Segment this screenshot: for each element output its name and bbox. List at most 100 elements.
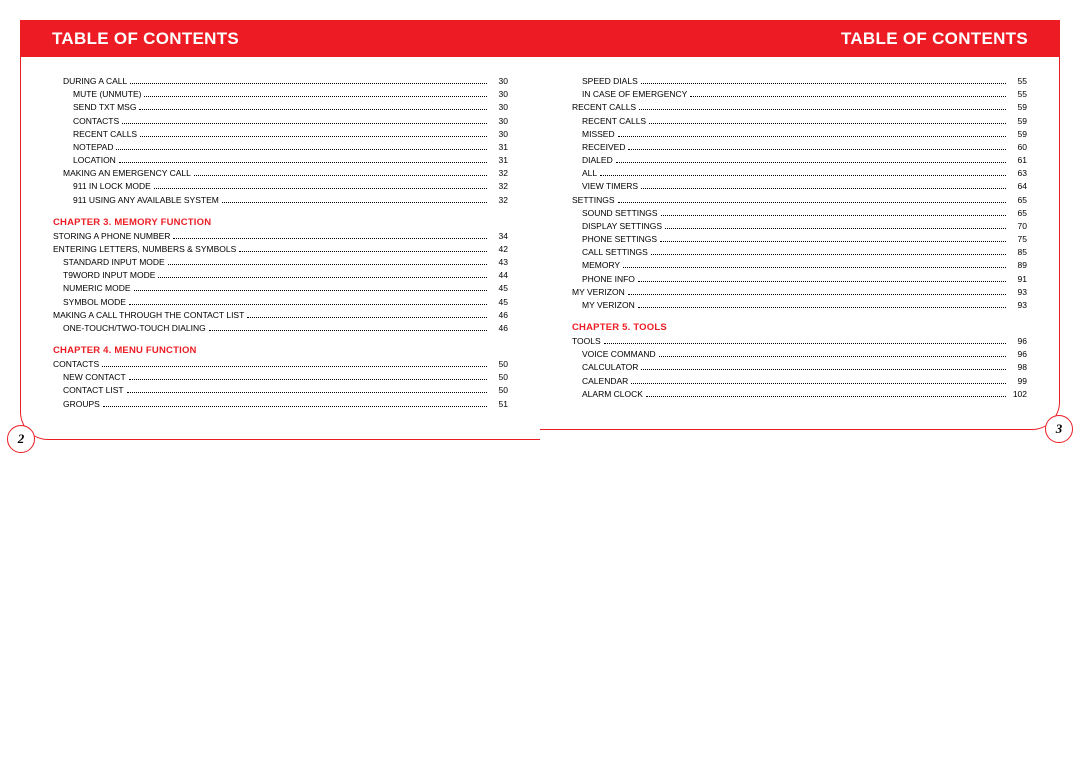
toc-leader-dots — [604, 343, 1006, 344]
toc-entry-label: RECENT CALLS — [582, 115, 646, 128]
toc-entry: GROUPS 51 — [53, 398, 508, 411]
toc-entry: CALENDAR99 — [572, 375, 1027, 388]
toc-entry-page: 59 — [1009, 128, 1027, 141]
toc-entry-label: ONE-TOUCH/TWO-TOUCH DIALING — [63, 322, 206, 335]
toc-entry-label: STANDARD INPUT MODE — [63, 256, 165, 269]
toc-entry-label: ALL — [582, 167, 597, 180]
toc-leader-dots — [641, 188, 1006, 189]
header-title: TABLE OF CONTENTS — [52, 29, 239, 48]
toc-entry: CALL SETTINGS 85 — [572, 246, 1027, 259]
toc-entry-label: RECENT CALLS — [572, 101, 636, 114]
toc-leader-dots — [651, 254, 1006, 255]
toc-leader-dots — [660, 241, 1006, 242]
toc-entry-page: 31 — [490, 154, 508, 167]
toc-entry: DURING A CALL30 — [53, 75, 508, 88]
toc-entry: PHONE SETTINGS75 — [572, 233, 1027, 246]
toc-entry: NOTEPAD 31 — [53, 141, 508, 154]
toc-entry: DISPLAY SETTINGS70 — [572, 220, 1027, 233]
toc-entry-label: MUTE (UNMUTE) — [73, 88, 141, 101]
toc-leader-dots — [659, 356, 1006, 357]
toc-entry-page: 98 — [1009, 361, 1027, 374]
toc-entry: STORING A PHONE NUMBER34 — [53, 230, 508, 243]
toc-entry-page: 45 — [490, 282, 508, 295]
toc-leader-dots — [139, 109, 487, 110]
toc-entry-page: 32 — [490, 167, 508, 180]
toc-leader-dots — [222, 202, 487, 203]
toc-leader-dots — [127, 392, 487, 393]
toc-leader-dots — [646, 396, 1006, 397]
toc-entry: TOOLS 96 — [572, 335, 1027, 348]
toc-leader-dots — [639, 109, 1006, 110]
toc-leader-dots — [122, 123, 487, 124]
page-number-value: 3 — [1056, 421, 1063, 437]
page-right: TABLE OF CONTENTS SPEED DIALS55IN CASE O… — [540, 20, 1060, 440]
toc-entry-label: SOUND SETTINGS — [582, 207, 658, 220]
toc-leader-dots — [134, 290, 487, 291]
toc-entry-label: MISSED — [582, 128, 615, 141]
toc-entry-page: 61 — [1009, 154, 1027, 167]
toc-entry-page: 75 — [1009, 233, 1027, 246]
toc-entry-label: RECEIVED — [582, 141, 625, 154]
toc-entry: NEW CONTACT50 — [53, 371, 508, 384]
toc-leader-dots — [130, 83, 487, 84]
toc-entry-label: VIEW TIMERS — [582, 180, 638, 193]
toc-leader-dots — [661, 215, 1006, 216]
toc-leader-dots — [129, 379, 487, 380]
toc-leader-dots — [103, 406, 487, 407]
toc-leader-dots — [154, 188, 487, 189]
toc-entry-page: 51 — [490, 398, 508, 411]
toc-entry-label: SEND TXT MSG — [73, 101, 136, 114]
toc-entry-label: CALL SETTINGS — [582, 246, 648, 259]
toc-entry-page: 32 — [490, 180, 508, 193]
toc-entry-label: VOICE COMMAND — [582, 348, 656, 361]
toc-leader-dots — [239, 251, 487, 252]
toc-entry-page: 30 — [490, 115, 508, 128]
toc-entry: RECEIVED60 — [572, 141, 1027, 154]
toc-entry: RECENT CALLS59 — [572, 101, 1027, 114]
toc-leader-dots — [638, 307, 1006, 308]
page-number-value: 2 — [18, 431, 25, 447]
toc-leader-dots — [144, 96, 487, 97]
toc-leader-dots — [649, 123, 1006, 124]
toc-leader-dots — [158, 277, 487, 278]
toc-entry-label: DISPLAY SETTINGS — [582, 220, 662, 233]
toc-entry-page: 32 — [490, 194, 508, 207]
toc-entry-label: ENTERING LETTERS, NUMBERS & SYMBOLS — [53, 243, 236, 256]
toc-entry-page: 30 — [490, 101, 508, 114]
toc-leader-dots — [628, 294, 1006, 295]
toc-entry-page: 31 — [490, 141, 508, 154]
header-title: TABLE OF CONTENTS — [841, 29, 1028, 48]
toc-entry-label: TOOLS — [572, 335, 601, 348]
toc-content-right: SPEED DIALS55IN CASE OF EMERGENCY55RECEN… — [540, 57, 1060, 430]
toc-leader-dots — [641, 83, 1006, 84]
toc-entry-page: 96 — [1009, 335, 1027, 348]
toc-entry: PHONE INFO91 — [572, 273, 1027, 286]
toc-entry-page: 30 — [490, 88, 508, 101]
toc-entry: RECENT CALLS59 — [572, 115, 1027, 128]
toc-leader-dots — [618, 202, 1006, 203]
chapter-heading: CHAPTER 3. MEMORY FUNCTION — [53, 207, 508, 230]
toc-entry-page: 46 — [490, 322, 508, 335]
toc-leader-dots — [616, 162, 1006, 163]
toc-entry: NUMERIC MODE45 — [53, 282, 508, 295]
chapter-heading: CHAPTER 4. MENU FUNCTION — [53, 335, 508, 358]
toc-entry: CALCULATOR 98 — [572, 361, 1027, 374]
toc-entry-page: 46 — [490, 309, 508, 322]
toc-leader-dots — [116, 149, 487, 150]
toc-leader-dots — [129, 304, 487, 305]
toc-entry-label: CONTACT LIST — [63, 384, 124, 397]
page-header-right: TABLE OF CONTENTS — [540, 20, 1060, 57]
toc-entry-label: GROUPS — [63, 398, 100, 411]
toc-leader-dots — [168, 264, 487, 265]
toc-entry: ENTERING LETTERS, NUMBERS & SYMBOLS42 — [53, 243, 508, 256]
toc-entry-label: SYMBOL MODE — [63, 296, 126, 309]
toc-entry-label: CALCULATOR — [582, 361, 638, 374]
chapter-heading: CHAPTER 5. TOOLS — [572, 312, 1027, 335]
toc-entry-label: NOTEPAD — [73, 141, 113, 154]
toc-entry-label: SPEED DIALS — [582, 75, 638, 88]
toc-leader-dots — [194, 175, 487, 176]
toc-entry-page: 85 — [1009, 246, 1027, 259]
toc-entry-page: 63 — [1009, 167, 1027, 180]
toc-entry: 911 USING ANY AVAILABLE SYSTEM32 — [53, 194, 508, 207]
toc-entry-page: 44 — [490, 269, 508, 282]
